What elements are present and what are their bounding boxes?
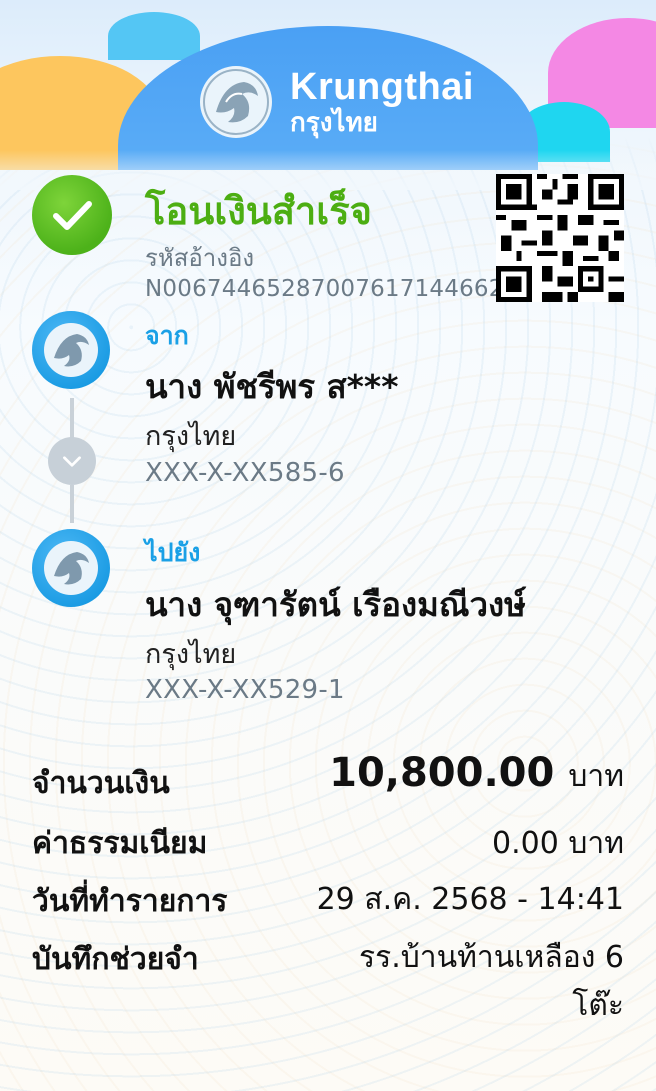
krungthai-bird-icon: [44, 541, 98, 595]
amount-row: 10,800.00 บาท: [329, 750, 624, 800]
recipient-bank-avatar: [32, 529, 110, 607]
recipient-account: XXX-X-XX529-1: [145, 675, 345, 705]
fee-label: ค่าธรรมเนียม: [32, 826, 208, 861]
brand-logo: Krungthai กรุงไทย: [196, 62, 474, 142]
reference-label: รหัสอ้างอิง: [145, 244, 255, 272]
sender-name: นาง พัชรีพร ส***: [145, 367, 399, 406]
fee-value: 0.00 บาท: [492, 826, 624, 861]
to-label: ไปยัง: [145, 538, 201, 567]
header-banner: Krungthai กรุงไทย: [0, 0, 656, 170]
sender-bank: กรุงไทย: [145, 421, 237, 452]
check-icon: [53, 201, 92, 230]
date-label: วันที่ทำรายการ: [32, 884, 228, 919]
date-value: 29 ส.ค. 2568 - 14:41: [316, 882, 624, 917]
memo-value-line1: รร.บ้านท้านเหลือง 6: [359, 940, 624, 975]
amount-label: จำนวนเงิน: [32, 766, 170, 801]
memo-label: บันทึกช่วยจำ: [32, 942, 199, 977]
success-badge: [32, 175, 112, 255]
sender-bank-avatar: [32, 311, 110, 389]
amount-value: 10,800.00: [329, 750, 555, 796]
amount-unit: บาท: [568, 759, 624, 794]
from-label: จาก: [145, 321, 189, 350]
success-title: โอนเงินสำเร็จ: [145, 189, 372, 233]
krungthai-bird-icon: [44, 323, 98, 377]
connector-line-bottom: [70, 485, 74, 523]
transfer-arrow: [48, 437, 96, 485]
umbrella-cyan-decoration: [108, 12, 200, 60]
brand-name-th: กรุงไทย: [290, 108, 378, 138]
reference-value: N006744652870076171446629: [145, 276, 519, 302]
sender-account: XXX-X-XX585-6: [145, 458, 345, 488]
memo-value-line2: โต๊ะ: [572, 988, 624, 1023]
connector-line-top: [70, 398, 74, 438]
brand-name-en: Krungthai: [290, 66, 474, 108]
qr-code-icon[interactable]: [496, 174, 624, 302]
krungthai-bird-icon: [200, 66, 272, 138]
recipient-bank: กรุงไทย: [145, 639, 237, 670]
recipient-name: นาง จุฑารัตน์ เรืองมณีวงษ์: [145, 585, 526, 624]
chevron-down-icon: [63, 456, 81, 467]
